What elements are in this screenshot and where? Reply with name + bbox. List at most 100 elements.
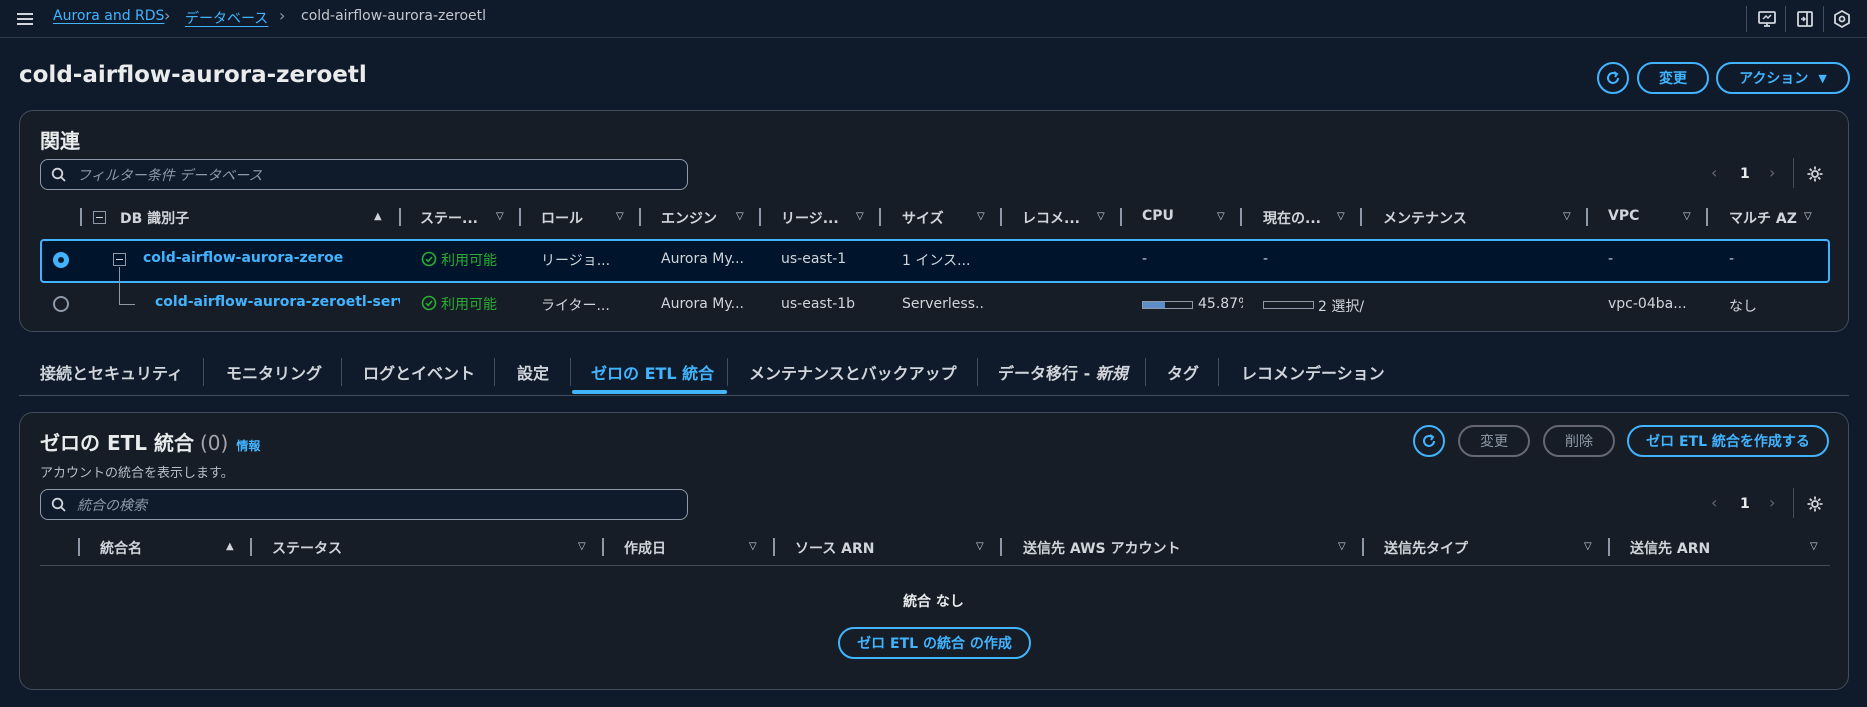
col-recommend[interactable]: レコメ... xyxy=(1022,208,1080,228)
page-number[interactable]: 1 xyxy=(1740,166,1750,182)
column-separator xyxy=(773,538,775,556)
tab-connectivity-security[interactable]: 接続とセキュリティ xyxy=(40,360,183,384)
col-source-arn[interactable]: ソース ARN xyxy=(795,538,875,558)
col-current[interactable]: 現在の... xyxy=(1263,208,1321,228)
sort-icon[interactable]: ▽ xyxy=(749,541,757,552)
sort-icon[interactable]: ▽ xyxy=(856,211,864,222)
col-target-arn[interactable]: 送信先 ARN xyxy=(1630,538,1710,558)
next-page-icon[interactable]: › xyxy=(1769,493,1775,512)
breadcrumb-databases[interactable]: データベース xyxy=(185,8,268,28)
col-status[interactable]: ステー... xyxy=(420,208,478,228)
tab-separator xyxy=(341,358,342,386)
region-cell: us-east-1b xyxy=(781,296,856,312)
col-multi-az[interactable]: マルチ AZ xyxy=(1729,208,1797,228)
sort-icon[interactable]: ▽ xyxy=(736,211,744,222)
sort-icon[interactable]: ▽ xyxy=(1810,541,1818,552)
etl-delete-button[interactable]: 削除 xyxy=(1543,425,1615,457)
tab-tags[interactable]: タグ xyxy=(1167,360,1199,384)
col-cpu[interactable]: CPU xyxy=(1142,208,1174,224)
row-radio[interactable] xyxy=(53,296,69,312)
col-db-id[interactable]: DB 識別子 xyxy=(120,208,189,228)
tab-zero-etl[interactable]: ゼロの ETL 統合 xyxy=(591,360,714,384)
sort-icon[interactable]: ▽ xyxy=(1217,211,1225,222)
cpu-percent: 45.87% xyxy=(1198,296,1243,312)
size-cell: 1 インス... xyxy=(902,253,971,269)
col-vpc[interactable]: VPC xyxy=(1608,208,1639,224)
column-separator xyxy=(250,538,252,556)
tab-separator xyxy=(727,358,728,386)
active-tab-indicator xyxy=(572,390,727,394)
etl-modify-button[interactable]: 変更 xyxy=(1458,425,1530,457)
divider xyxy=(1746,6,1747,32)
col-region[interactable]: リージ... xyxy=(781,208,839,228)
zero-etl-title: ゼロの ETL 統合 xyxy=(40,431,194,455)
role-cell: リージョ... xyxy=(541,253,611,269)
tab-logs-events[interactable]: ログとイベント xyxy=(363,360,475,384)
divider xyxy=(1823,6,1824,32)
sort-ascending-icon[interactable]: ▲ xyxy=(374,211,382,222)
sort-ascending-icon[interactable]: ▲ xyxy=(226,541,234,552)
sort-icon[interactable]: ▽ xyxy=(977,211,985,222)
tab-separator xyxy=(570,358,571,386)
column-separator xyxy=(1000,538,1002,556)
row-radio-selected[interactable] xyxy=(53,252,69,268)
sort-icon[interactable]: ▽ xyxy=(616,211,624,222)
prev-page-icon[interactable]: ‹ xyxy=(1711,493,1717,512)
screen-feedback-icon[interactable] xyxy=(1756,8,1778,30)
col-maintenance[interactable]: メンテナンス xyxy=(1383,208,1467,228)
check-circle-icon xyxy=(421,295,437,311)
collapse-row-icon[interactable] xyxy=(113,253,126,266)
tab-maintenance-backup[interactable]: メンテナンスとバックアップ xyxy=(749,360,957,384)
col-role[interactable]: ロール xyxy=(541,208,583,228)
size-cell: Serverless... xyxy=(902,296,984,312)
tab-configuration[interactable]: 設定 xyxy=(517,360,549,384)
sort-icon[interactable]: ▽ xyxy=(1683,211,1691,222)
tab-recommendations[interactable]: レコメンデーション xyxy=(1241,360,1385,384)
empty-state-text: 統合 なし xyxy=(903,594,964,610)
integration-search-input[interactable]: 統合の検索 xyxy=(40,489,688,520)
info-link[interactable]: 情報 xyxy=(236,437,260,454)
sort-icon[interactable]: ▽ xyxy=(496,211,504,222)
etl-page-number[interactable]: 1 xyxy=(1740,496,1750,512)
sort-icon[interactable]: ▽ xyxy=(1804,211,1812,222)
db-id-link[interactable]: cold-airflow-aurora-zeroetl xyxy=(143,250,343,266)
actions-dropdown-button[interactable]: アクション ▼ xyxy=(1716,62,1850,94)
col-target-type[interactable]: 送信先タイプ xyxy=(1384,538,1468,558)
create-etl-integration-button[interactable]: ゼロ ETL の統合 の作成 xyxy=(838,627,1031,659)
side-panel-icon[interactable] xyxy=(1794,8,1816,30)
column-separator xyxy=(1706,208,1708,226)
caret-down-icon: ▼ xyxy=(1818,71,1827,85)
col-etl-status[interactable]: ステータス xyxy=(272,538,342,558)
col-created[interactable]: 作成日 xyxy=(624,538,666,558)
tab-data-migration[interactable]: データ移行 - 新規 xyxy=(998,360,1128,384)
col-size[interactable]: サイズ xyxy=(902,208,944,228)
etl-table-header: 統合名 ▲ ステータス ▽ 作成日 ▽ ソース ARN ▽ 送信先 AWS アカ… xyxy=(40,538,1830,558)
hamburger-menu-icon[interactable] xyxy=(14,8,36,30)
column-separator xyxy=(519,208,521,226)
db-instance-link[interactable]: cold-airflow-aurora-zeroetl-serverles xyxy=(155,294,400,310)
search-icon xyxy=(51,497,66,512)
settings-hexagon-icon[interactable] xyxy=(1831,8,1853,30)
modify-button[interactable]: 変更 xyxy=(1637,62,1709,94)
sort-icon[interactable]: ▽ xyxy=(976,541,984,552)
sort-icon[interactable]: ▽ xyxy=(578,541,586,552)
col-integration-name[interactable]: 統合名 xyxy=(100,538,142,558)
breadcrumb-aurora-rds[interactable]: Aurora and RDS xyxy=(53,8,164,24)
sort-icon[interactable]: ▽ xyxy=(1563,211,1571,222)
etl-refresh-button[interactable] xyxy=(1413,425,1445,457)
col-engine[interactable]: エンジン xyxy=(661,208,717,228)
tab-monitoring[interactable]: モニタリング xyxy=(226,360,322,384)
refresh-button[interactable] xyxy=(1597,62,1629,94)
sort-icon[interactable]: ▽ xyxy=(1338,541,1346,552)
prev-page-icon[interactable]: ‹ xyxy=(1711,163,1717,182)
sort-icon[interactable]: ▽ xyxy=(1584,541,1592,552)
collapse-all-icon[interactable] xyxy=(93,211,106,224)
create-zero-etl-button[interactable]: ゼロ ETL 統合を作成する xyxy=(1627,425,1829,457)
gear-icon[interactable] xyxy=(1806,165,1824,183)
col-target-account[interactable]: 送信先 AWS アカウント xyxy=(1023,538,1180,558)
sort-icon[interactable]: ▽ xyxy=(1097,211,1105,222)
gear-icon[interactable] xyxy=(1806,495,1824,513)
db-filter-input[interactable]: フィルター条件 データベース xyxy=(40,159,688,190)
sort-icon[interactable]: ▽ xyxy=(1337,211,1345,222)
next-page-icon[interactable]: › xyxy=(1769,163,1775,182)
